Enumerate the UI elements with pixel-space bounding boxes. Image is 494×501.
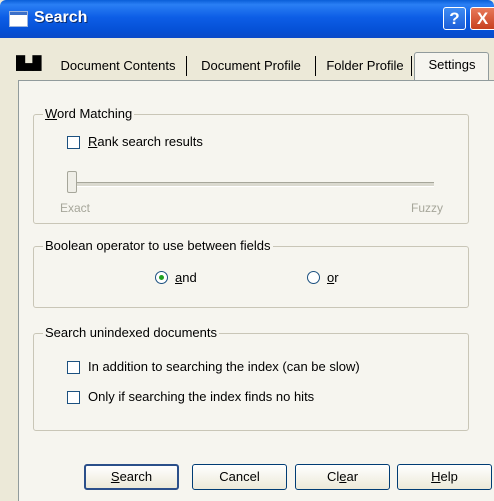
tab-document-profile[interactable]: Document Profile	[195, 54, 307, 78]
search-button[interactable]: Search	[84, 464, 179, 490]
search-in-addition-label[interactable]: In addition to searching the index (can …	[88, 359, 360, 374]
boolean-operator-group	[33, 246, 469, 308]
cancel-button[interactable]: Cancel	[192, 464, 287, 490]
boolean-operator-legend: Boolean operator to use between fields	[43, 238, 273, 253]
search-if-no-hits-checkbox[interactable]	[67, 391, 80, 404]
and-radio[interactable]	[155, 271, 168, 284]
word-matching-group	[33, 114, 469, 224]
match-slider-thumb[interactable]	[67, 171, 77, 193]
tab-separator	[411, 56, 412, 76]
match-slider-track[interactable]	[72, 182, 434, 187]
or-label[interactable]: or	[327, 270, 339, 285]
word-matching-legend: Word Matching	[43, 106, 135, 121]
slider-max-label: Fuzzy	[411, 201, 444, 215]
tab-separator	[315, 56, 316, 76]
window-icon	[9, 11, 28, 27]
unindexed-documents-group	[33, 333, 469, 431]
and-label[interactable]: and	[175, 270, 197, 285]
window-title: Search	[34, 9, 88, 26]
help-title-button[interactable]: ?	[443, 7, 466, 30]
slider-min-label: Exact	[60, 201, 91, 215]
close-button[interactable]: X	[470, 7, 494, 30]
tab-document-contents[interactable]: Document Contents	[58, 54, 178, 78]
search-if-no-hits-label[interactable]: Only if searching the index finds no hit…	[88, 389, 314, 404]
tab-separator	[186, 56, 187, 76]
help-button[interactable]: Help	[397, 464, 492, 490]
title-bar[interactable]: Search ? X	[0, 0, 494, 38]
unindexed-documents-legend: Search unindexed documents	[43, 325, 220, 340]
binoculars-icon: █▄█	[16, 55, 42, 70]
or-radio[interactable]	[307, 271, 320, 284]
rank-search-results-checkbox[interactable]	[67, 136, 80, 149]
rank-search-results-label[interactable]: Rank search results	[88, 134, 203, 149]
clear-button[interactable]: Clear	[295, 464, 390, 490]
tab-folder-profile[interactable]: Folder Profile	[322, 54, 408, 78]
tab-settings[interactable]: Settings	[414, 52, 489, 80]
search-in-addition-checkbox[interactable]	[67, 361, 80, 374]
